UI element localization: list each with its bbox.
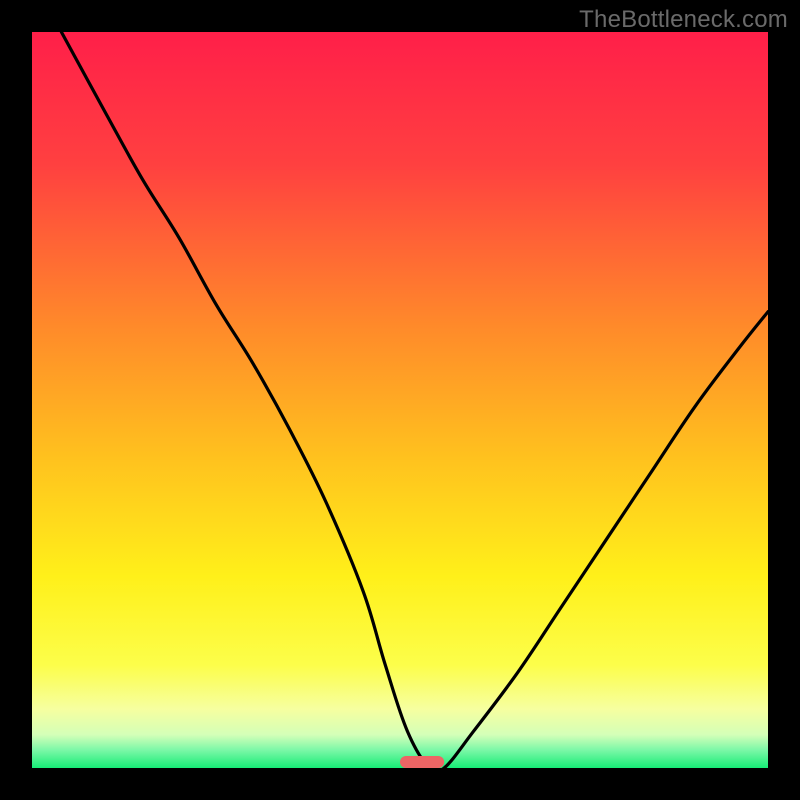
bottleneck-chart xyxy=(32,32,768,768)
chart-frame: TheBottleneck.com xyxy=(0,0,800,800)
optimum-marker xyxy=(400,756,444,768)
watermark-text: TheBottleneck.com xyxy=(579,6,788,34)
plot-area xyxy=(32,32,768,768)
gradient-background xyxy=(32,32,768,768)
